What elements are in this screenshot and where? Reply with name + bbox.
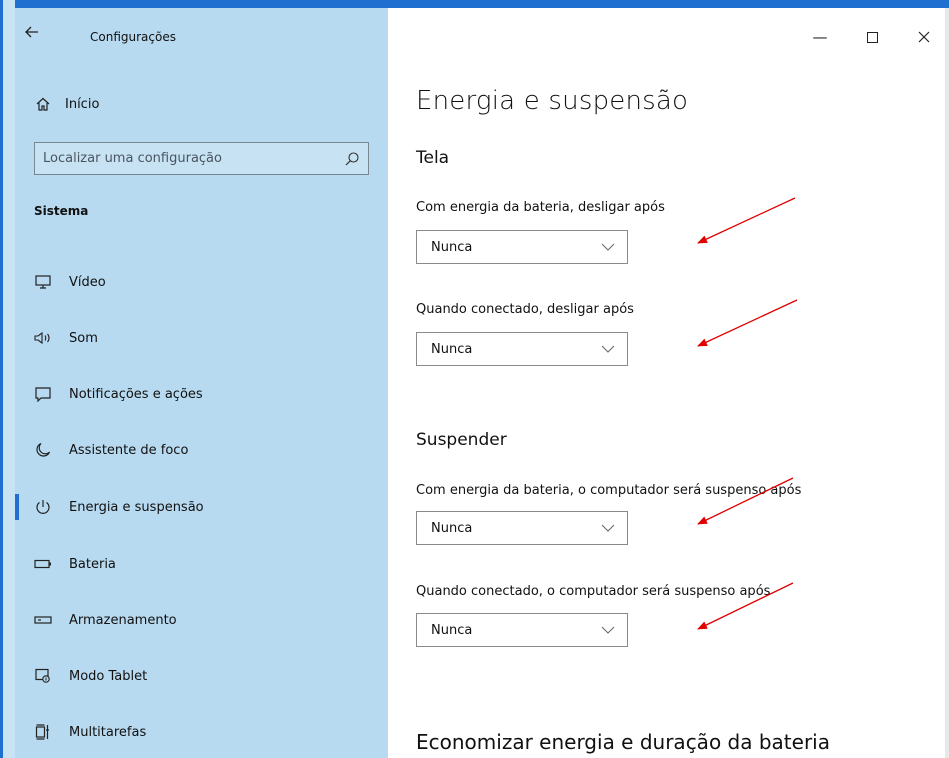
chevron-down-icon (601, 345, 615, 353)
sleep-battery-dropdown[interactable]: Nunca (416, 511, 628, 545)
dropdown-value: Nunca (431, 341, 473, 357)
sidebar-item-multitasking[interactable]: Multitarefas (15, 712, 388, 752)
moon-icon (33, 440, 53, 460)
sidebar-item-focus-assist[interactable]: Assistente de foco (15, 430, 388, 470)
sidebar-item-battery[interactable]: Bateria (15, 544, 388, 584)
screen-plugged-label: Quando conectado, desligar após (416, 302, 634, 317)
window-title: Configurações (90, 30, 176, 44)
multitasking-icon (33, 722, 53, 742)
sleep-battery-label: Com energia da bateria, o computador ser… (416, 483, 802, 498)
sidebar-item-label: Armazenamento (69, 612, 177, 628)
search-icon (345, 152, 359, 166)
scrollbar[interactable] (945, 8, 949, 758)
dropdown-value: Nunca (431, 239, 473, 255)
window-border (0, 0, 949, 8)
sidebar-item-power-sleep[interactable]: Energia e suspensão (15, 487, 388, 527)
window-border-left (0, 0, 15, 758)
close-icon (918, 31, 930, 43)
sidebar-item-label: Vídeo (69, 274, 106, 290)
speaker-icon (33, 328, 53, 348)
screen-plugged-dropdown[interactable]: Nunca (416, 332, 628, 366)
screen-battery-dropdown[interactable]: Nunca (416, 230, 628, 264)
sleep-plugged-dropdown[interactable]: Nunca (416, 613, 628, 647)
maximize-button[interactable] (852, 22, 892, 52)
screen-section-title: Tela (416, 148, 450, 168)
dropdown-value: Nunca (431, 622, 473, 638)
monitor-icon (33, 272, 53, 292)
chevron-down-icon (601, 626, 615, 634)
section-label: Sistema (34, 204, 89, 218)
sidebar-item-label: Assistente de foco (69, 442, 189, 458)
chevron-down-icon (601, 524, 615, 532)
sidebar-item-storage[interactable]: Armazenamento (15, 600, 388, 640)
home-icon (33, 94, 53, 114)
back-button[interactable] (20, 20, 44, 44)
sidebar-item-label: Início (65, 96, 100, 112)
sidebar-item-label: Modo Tablet (69, 668, 148, 684)
minimize-button[interactable]: — (800, 22, 840, 52)
sidebar-item-sound[interactable]: Som (15, 318, 388, 358)
power-icon (33, 497, 53, 517)
dropdown-value: Nunca (431, 520, 473, 536)
page-title: Energia e suspensão (416, 86, 689, 116)
sidebar-item-notifications[interactable]: Notificações e ações (15, 374, 388, 414)
search-input[interactable] (43, 151, 333, 166)
close-button[interactable] (904, 22, 944, 52)
battery-saver-section-title: Economizar energia e duração da bateria (416, 730, 830, 754)
sidebar-item-video[interactable]: Vídeo (15, 262, 388, 302)
maximize-icon (866, 31, 878, 43)
tablet-mode-icon (33, 666, 53, 686)
back-arrow-icon (25, 26, 38, 38)
storage-icon (33, 610, 53, 630)
chevron-down-icon (601, 243, 615, 251)
sleep-plugged-label: Quando conectado, o computador será susp… (416, 584, 771, 599)
sidebar-item-label: Som (69, 330, 98, 346)
sidebar-item-tablet-mode[interactable]: Modo Tablet (15, 656, 388, 696)
sleep-section-title: Suspender (416, 430, 507, 450)
battery-icon (33, 554, 53, 574)
notification-icon (33, 384, 53, 404)
minimize-icon: — (812, 28, 828, 46)
sidebar-item-label: Energia e suspensão (69, 499, 204, 515)
sidebar-item-label: Multitarefas (69, 724, 147, 740)
screen-battery-label: Com energia da bateria, desligar após (416, 200, 665, 215)
search-field[interactable] (34, 142, 369, 175)
sidebar-item-home[interactable]: Início (15, 88, 388, 120)
sidebar-item-label: Notificações e ações (69, 386, 203, 402)
sidebar-item-label: Bateria (69, 556, 116, 572)
